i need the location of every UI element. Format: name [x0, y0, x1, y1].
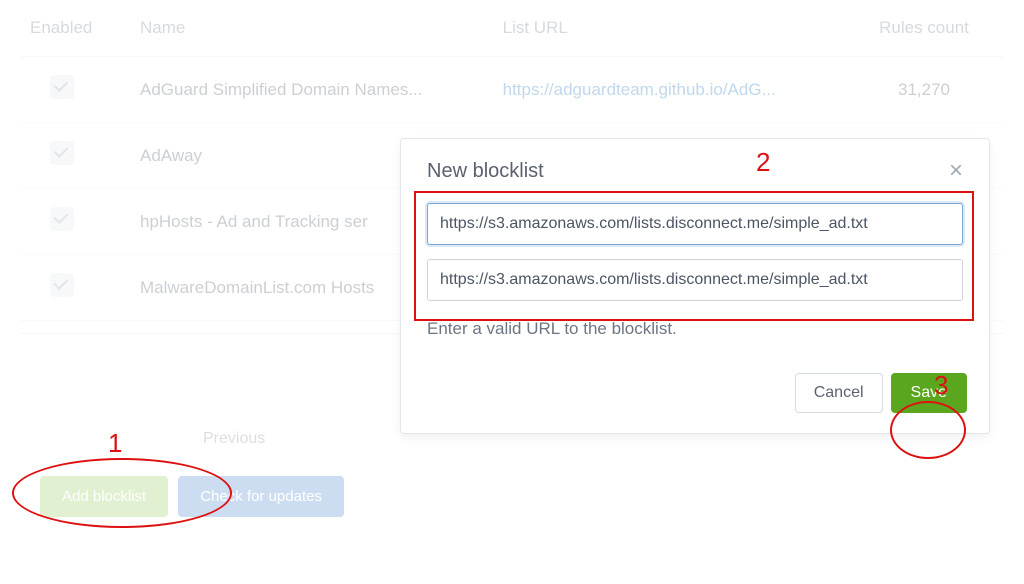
annotation-rect-2 [414, 191, 974, 321]
table-header-row: Enabled Name List URL Rules count [20, 0, 1004, 57]
checkbox-icon[interactable] [50, 207, 74, 231]
col-name: Name [130, 0, 493, 57]
modal-help-text: Enter a valid URL to the blocklist. [427, 319, 963, 339]
table-row: AdGuard Simplified Domain Names... https… [20, 57, 1004, 123]
row-rules: 31,270 [844, 57, 1004, 123]
close-icon[interactable]: × [949, 159, 963, 183]
modal-title: New blocklist [427, 160, 544, 183]
checkbox-icon[interactable] [50, 75, 74, 99]
annotation-number-3: 3 [934, 370, 948, 401]
row-name: AdGuard Simplified Domain Names... [130, 57, 493, 123]
annotation-number-1: 1 [108, 428, 122, 459]
cancel-button[interactable]: Cancel [795, 373, 883, 413]
row-url[interactable]: https://adguardteam.github.io/AdG... [493, 57, 844, 123]
checkbox-icon[interactable] [50, 141, 74, 165]
annotation-ellipse-1 [12, 458, 232, 528]
col-url: List URL [493, 0, 844, 57]
previous-button[interactable]: Previous [185, 420, 283, 458]
col-rules: Rules count [844, 0, 1004, 57]
col-enabled: Enabled [20, 0, 130, 57]
annotation-number-2: 2 [756, 147, 770, 178]
annotation-ellipse-3 [890, 401, 966, 459]
checkbox-icon[interactable] [50, 273, 74, 297]
